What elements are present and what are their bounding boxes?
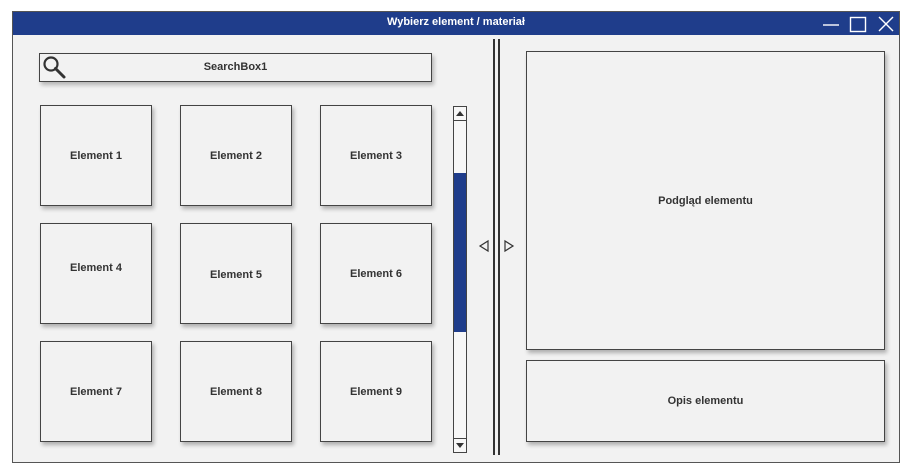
element-picker-window: Wybierz element / materiał SearchBox1 El… — [12, 11, 900, 463]
triangle-right-icon — [504, 239, 515, 253]
element-tile-label: Element 2 — [210, 149, 262, 162]
element-tile-8[interactable]: Element 8 — [180, 341, 292, 442]
collapse-left-button[interactable] — [478, 239, 490, 258]
scroll-thumb[interactable] — [454, 173, 466, 332]
search-box[interactable]: SearchBox1 — [39, 53, 432, 82]
expand-right-button[interactable] — [503, 239, 515, 258]
element-tile-label: Element 8 — [210, 385, 262, 398]
element-tile-label: Element 4 — [70, 262, 122, 274]
close-button[interactable] — [876, 14, 896, 34]
element-tile-label: Element 3 — [350, 149, 402, 162]
scroll-down-button[interactable] — [454, 438, 466, 452]
element-tile-9[interactable]: Element 9 — [320, 341, 432, 442]
element-tile-label: Element 7 — [70, 385, 122, 398]
maximize-icon — [849, 16, 867, 33]
element-tile-6[interactable]: Element 6 — [320, 223, 432, 324]
description-label: Opis elementu — [667, 395, 744, 407]
title-bar[interactable]: Wybierz element / materiał — [13, 12, 899, 35]
scroll-up-button[interactable] — [454, 107, 466, 121]
element-tile-5[interactable]: Element 5 — [180, 223, 292, 324]
element-tile-2[interactable]: Element 2 — [180, 105, 292, 206]
element-tile-label: Element 1 — [70, 149, 122, 162]
element-tile-label: Element 9 — [350, 385, 402, 398]
preview-label: Podgląd elementu — [658, 194, 753, 207]
triangle-left-icon — [478, 239, 489, 253]
minimize-icon — [823, 24, 839, 26]
element-tile-3[interactable]: Element 3 — [320, 105, 432, 206]
element-description-panel: Opis elementu — [526, 360, 885, 442]
scroll-up-icon — [456, 111, 464, 116]
maximize-button[interactable] — [848, 14, 868, 34]
search-input[interactable]: SearchBox1 — [70, 61, 401, 73]
grid-scrollbar[interactable] — [453, 106, 467, 453]
element-preview-panel: Podgląd elementu — [526, 51, 885, 350]
element-tile-7[interactable]: Element 7 — [40, 341, 152, 442]
element-tile-label: Element 5 — [210, 268, 262, 281]
minimize-button[interactable] — [821, 14, 841, 34]
scroll-down-icon — [456, 443, 464, 448]
element-tile-4[interactable]: Element 4 — [40, 223, 152, 324]
splitter-line-right[interactable] — [498, 39, 500, 455]
search-icon — [42, 55, 68, 86]
window-title: Wybierz element / materiał — [387, 16, 525, 28]
close-icon — [878, 16, 894, 32]
element-tile-1[interactable]: Element 1 — [40, 105, 152, 206]
splitter-line-left[interactable] — [493, 39, 495, 455]
element-tile-label: Element 6 — [350, 267, 402, 280]
